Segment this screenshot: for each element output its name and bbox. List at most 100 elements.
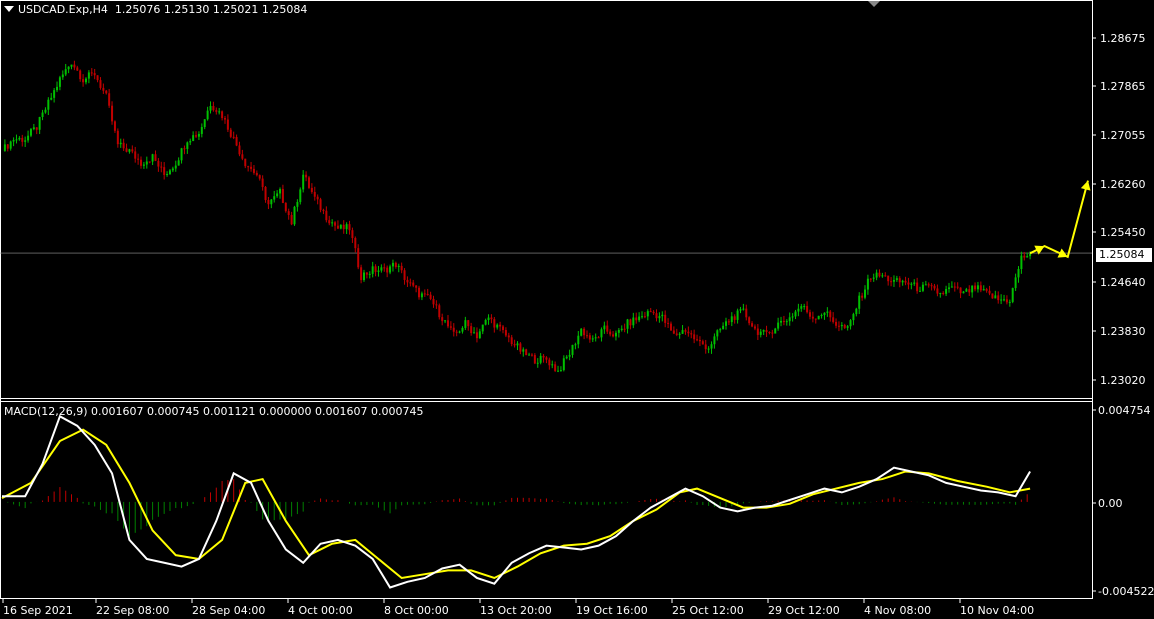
candle-body bbox=[658, 316, 661, 319]
price-pane bbox=[0, 60, 1092, 373]
candle-body bbox=[415, 285, 418, 288]
candle-body bbox=[386, 267, 389, 273]
candle-body bbox=[725, 321, 727, 326]
candle-body bbox=[166, 174, 169, 176]
candle-body bbox=[716, 330, 719, 337]
macd-tick-label: 0.00 bbox=[1098, 497, 1123, 510]
candle-body bbox=[907, 282, 910, 285]
candle-body bbox=[438, 305, 441, 318]
candle-body bbox=[649, 311, 652, 313]
candle-body bbox=[496, 324, 499, 328]
candle-body bbox=[319, 199, 322, 210]
candle-body bbox=[426, 293, 429, 295]
candle-body bbox=[377, 270, 380, 272]
candle-body bbox=[502, 326, 505, 330]
candle-body bbox=[832, 317, 835, 322]
candle-body bbox=[394, 262, 397, 267]
candle-body bbox=[933, 285, 936, 289]
candle-body bbox=[287, 211, 290, 215]
candle-body bbox=[910, 283, 913, 285]
candle-body bbox=[446, 320, 449, 327]
macd-main-line bbox=[2, 414, 1031, 589]
candle-body bbox=[1003, 299, 1006, 301]
ohlc-values: 1.25076 1.25130 1.25021 1.25084 bbox=[114, 3, 308, 16]
candle-body bbox=[93, 73, 96, 76]
price-tick-label: 1.27865 bbox=[1100, 80, 1146, 93]
candle-body bbox=[843, 324, 846, 328]
candle-body bbox=[53, 90, 56, 98]
candle-body bbox=[826, 311, 829, 313]
axis-labels: 1.28675 1.27865 1.27055 1.26260 1.25450 1.246… bbox=[2, 32, 1154, 617]
candle-body bbox=[412, 282, 415, 286]
candle-body bbox=[400, 265, 403, 271]
candle-body bbox=[800, 306, 803, 309]
candle-body bbox=[218, 111, 221, 113]
candle-body bbox=[675, 333, 678, 335]
candle-body bbox=[710, 344, 713, 349]
candle-body bbox=[209, 105, 212, 111]
candle-body bbox=[435, 304, 438, 306]
candle-body bbox=[797, 308, 800, 312]
candle-body bbox=[580, 328, 583, 336]
time-tick-label: 8 Oct 00:00 bbox=[384, 604, 449, 617]
candle-body bbox=[12, 140, 15, 142]
candle-body bbox=[455, 331, 458, 333]
candle-body bbox=[174, 165, 177, 169]
candle-body bbox=[852, 314, 855, 321]
candle-body bbox=[258, 175, 261, 179]
candle-body bbox=[307, 177, 310, 188]
candle-body bbox=[403, 270, 406, 280]
chart-header: USDCAD.Exp,H4 1.25076 1.25130 1.25021 1.… bbox=[4, 3, 307, 16]
candle-body bbox=[444, 320, 447, 322]
candle-body bbox=[780, 320, 783, 323]
candle-body bbox=[493, 319, 496, 328]
candle-body bbox=[273, 196, 276, 200]
candle-body bbox=[864, 289, 867, 298]
candle-body bbox=[620, 328, 623, 331]
candle-body bbox=[299, 189, 302, 203]
candle-body bbox=[667, 322, 670, 324]
candle-body bbox=[817, 315, 820, 320]
candle-body bbox=[499, 324, 502, 327]
candle-body bbox=[594, 337, 597, 339]
candle-body bbox=[525, 349, 528, 356]
candle-body bbox=[632, 317, 635, 326]
candle-body bbox=[585, 335, 588, 337]
scroll-shift-marker[interactable] bbox=[868, 1, 880, 7]
candle-body bbox=[722, 325, 725, 330]
candle-body bbox=[151, 154, 154, 162]
candle-body bbox=[18, 137, 21, 140]
candle-body bbox=[261, 178, 264, 187]
collapse-triangle-icon[interactable] bbox=[4, 6, 14, 12]
candle-body bbox=[872, 277, 875, 279]
candle-body bbox=[617, 330, 620, 333]
candle-body bbox=[982, 289, 985, 291]
candle-body bbox=[452, 327, 455, 332]
candle-body bbox=[197, 133, 200, 137]
candle-body bbox=[418, 287, 421, 298]
candle-body bbox=[192, 135, 195, 142]
candle-body bbox=[449, 326, 452, 328]
candle-body bbox=[866, 278, 869, 290]
candle-body bbox=[858, 295, 861, 309]
forecast-arrowhead-3 bbox=[1080, 180, 1091, 191]
candle-body bbox=[878, 272, 881, 277]
candle-body bbox=[623, 328, 626, 330]
candle-body bbox=[3, 144, 6, 151]
candle-body bbox=[232, 136, 235, 138]
candle-body bbox=[557, 370, 560, 372]
candle-body bbox=[1011, 288, 1014, 302]
candle-body bbox=[968, 289, 971, 293]
candle-body bbox=[336, 225, 339, 229]
candle-body bbox=[221, 111, 224, 119]
candle-body bbox=[672, 330, 675, 334]
candle-body bbox=[898, 278, 901, 283]
candle-body bbox=[1029, 253, 1032, 257]
candle-body bbox=[956, 286, 959, 288]
candle-body bbox=[76, 67, 79, 71]
candle-body bbox=[994, 295, 997, 299]
candle-body bbox=[536, 362, 539, 364]
candle-body bbox=[264, 186, 267, 201]
candle-body bbox=[603, 325, 606, 330]
candle-body bbox=[195, 135, 198, 137]
